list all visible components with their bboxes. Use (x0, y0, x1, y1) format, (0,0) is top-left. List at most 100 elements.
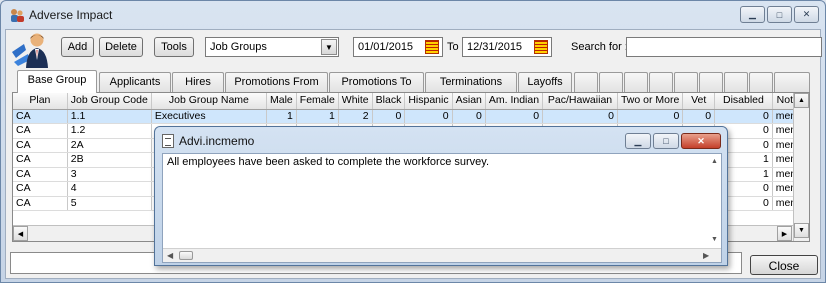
memo-window: Advi.incmemo ▁ □ ✕ All employees have be… (154, 126, 728, 266)
table-cell[interactable]: CA (13, 138, 68, 153)
date-to-value: 12/31/2015 (467, 41, 523, 53)
to-label: To (447, 41, 459, 53)
tab-blank[interactable] (674, 72, 698, 92)
table-cell[interactable]: 4 (67, 181, 152, 197)
table-cell[interactable]: CA (13, 196, 68, 211)
tab-blank[interactable] (774, 72, 810, 92)
chevron-down-icon[interactable]: ▼ (321, 39, 337, 55)
scroll-up-icon[interactable]: ▲ (794, 93, 809, 108)
tab-hires[interactable]: Hires (172, 72, 224, 92)
tab-blank[interactable] (624, 72, 648, 92)
memo-close-button[interactable]: ✕ (681, 133, 721, 149)
tab-promotions-to[interactable]: Promotions To (329, 72, 424, 92)
view-select[interactable]: Job Groups ▼ (205, 37, 339, 57)
table-cell[interactable]: Executives (151, 109, 268, 124)
column-header-two-or-more[interactable]: Two or More (617, 93, 684, 110)
column-header-female[interactable]: Female (296, 93, 339, 110)
tab-blank[interactable] (749, 72, 773, 92)
add-button[interactable]: Add (61, 37, 94, 57)
table-cell[interactable]: 2A (67, 138, 152, 153)
memo-title[interactable]: Advi.incmemo (179, 134, 254, 148)
close-window-button[interactable]: ✕ (794, 6, 819, 23)
table-cell[interactable]: 1 (266, 109, 297, 124)
scroll-right-icon[interactable]: ▶ (703, 251, 709, 260)
memo-text-area[interactable]: All employees have been asked to complet… (162, 153, 722, 263)
scroll-left-icon[interactable]: ◀ (167, 251, 173, 260)
memo-horizontal-scrollbar[interactable]: ◀ ▶ (163, 248, 721, 262)
minimize-button[interactable]: ▁ (740, 6, 765, 23)
delete-button[interactable]: Delete (99, 37, 143, 57)
calendar-icon[interactable] (425, 40, 439, 54)
title-bar[interactable]: Adverse Impact ▁ □ ✕ (1, 1, 825, 29)
table-cell[interactable]: 2B (67, 152, 152, 168)
scroll-down-icon[interactable]: ▼ (794, 223, 809, 238)
tab-blank[interactable] (724, 72, 748, 92)
search-input[interactable] (626, 37, 822, 57)
tab-layoffs[interactable]: Layoffs (518, 72, 572, 92)
column-header-plan[interactable]: Plan (13, 93, 68, 110)
tab-base-group[interactable]: Base Group (17, 70, 97, 93)
table-cell[interactable]: CA (13, 123, 68, 139)
category-tabs: Base Group Applicants Hires Promotions F… (14, 70, 814, 93)
scroll-up-icon[interactable]: ▲ (711, 158, 718, 165)
scroll-down-icon[interactable]: ▼ (711, 236, 718, 243)
tab-blank[interactable] (699, 72, 723, 92)
table-cell[interactable]: CA (13, 181, 68, 197)
column-header-disabled[interactable]: Disabled (714, 93, 773, 110)
column-header-pac-hawaiian[interactable]: Pac/Hawaiian (542, 93, 618, 110)
tab-blank[interactable] (599, 72, 623, 92)
table-cell[interactable]: CA (13, 109, 68, 124)
calendar-icon[interactable] (534, 40, 548, 54)
tab-promotions-from[interactable]: Promotions From (225, 72, 328, 92)
table-cell[interactable]: 0 (617, 109, 684, 124)
table-cell[interactable]: 0 (714, 109, 773, 124)
scroll-right-icon[interactable]: ▶ (777, 226, 792, 241)
column-header-job-group-name[interactable]: Job Group Name (151, 93, 268, 110)
date-from-field[interactable]: 01/01/2015 (353, 37, 443, 57)
tab-blank[interactable] (574, 72, 598, 92)
user-figure-icon (12, 33, 48, 68)
table-row[interactable]: CA 1.1 Executives 1 1 2 0 0 0 0 0 0 0 0 memo (13, 109, 809, 124)
memo-maximize-button[interactable]: □ (653, 133, 679, 149)
table-cell[interactable]: 0 (485, 109, 544, 124)
table-cell[interactable]: 1 (296, 109, 339, 124)
tab-terminations[interactable]: Terminations (425, 72, 517, 92)
memo-document-icon (162, 134, 174, 148)
grid-header-row: Plan Job Group Code Job Group Name Male … (13, 93, 809, 110)
adverse-impact-window: Adverse Impact ▁ □ ✕ Add Delete Tools Jo… (0, 0, 826, 283)
grid-vertical-scrollbar[interactable]: ▲ ▼ (793, 93, 809, 241)
table-cell[interactable]: 1.2 (67, 123, 152, 139)
tab-applicants[interactable]: Applicants (99, 72, 171, 92)
maximize-button[interactable]: □ (767, 6, 792, 23)
scroll-thumb[interactable] (179, 251, 193, 260)
column-header-job-group-code[interactable]: Job Group Code (67, 93, 152, 110)
window-title: Adverse Impact (29, 8, 113, 22)
date-to-field[interactable]: 12/31/2015 (462, 37, 552, 57)
column-header-hispanic[interactable]: Hispanic (404, 93, 453, 110)
column-header-asian[interactable]: Asian (452, 93, 486, 110)
table-cell[interactable]: 5 (67, 196, 152, 211)
table-cell[interactable]: 0 (404, 109, 453, 124)
table-cell[interactable]: 0 (372, 109, 406, 124)
tab-blank[interactable] (649, 72, 673, 92)
memo-text: All employees have been asked to complet… (167, 156, 490, 168)
table-cell[interactable]: 0 (542, 109, 618, 124)
table-cell[interactable]: 1.1 (67, 109, 152, 124)
memo-minimize-button[interactable]: ▁ (625, 133, 651, 149)
column-header-am-indian[interactable]: Am. Indian (485, 93, 544, 110)
tools-button[interactable]: Tools (154, 37, 194, 57)
table-cell[interactable]: 0 (452, 109, 486, 124)
column-header-black[interactable]: Black (372, 93, 406, 110)
memo-vertical-scrollbar[interactable]: ▲ ▼ (707, 154, 721, 248)
table-cell[interactable]: 0 (682, 109, 716, 124)
column-header-male[interactable]: Male (266, 93, 297, 110)
table-cell[interactable]: CA (13, 167, 68, 182)
table-cell[interactable]: 2 (338, 109, 373, 124)
view-select-value: Job Groups (210, 41, 267, 53)
close-button[interactable]: Close (750, 255, 818, 275)
table-cell[interactable]: 3 (67, 167, 152, 182)
table-cell[interactable]: CA (13, 152, 68, 168)
column-header-white[interactable]: White (338, 93, 373, 110)
column-header-vet[interactable]: Vet (682, 93, 716, 110)
scroll-left-icon[interactable]: ◀ (13, 226, 28, 241)
